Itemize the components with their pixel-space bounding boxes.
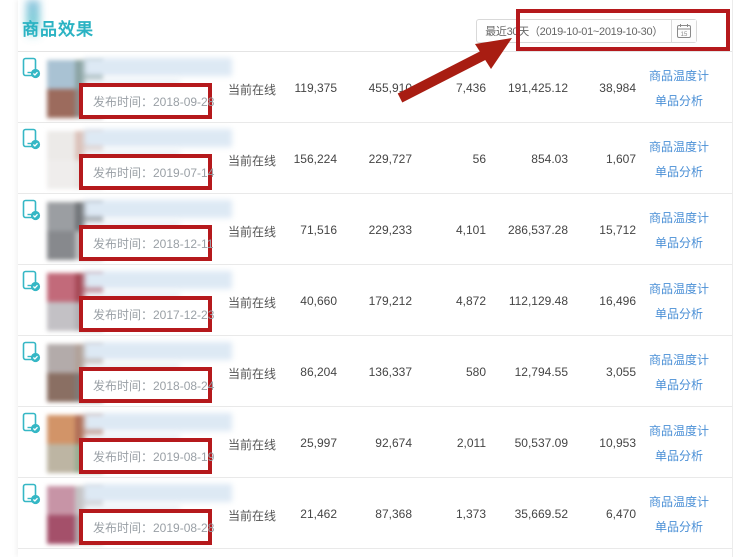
table-row: 发布时间：2019-08-28 当前在线 21,462 87,368 1,373… [18, 478, 732, 549]
metric-value: 229,233 [330, 223, 412, 237]
link-single-item-analysis[interactable]: 单品分析 [642, 447, 716, 464]
row-actions: 商品温度计 单品分析 [642, 265, 716, 336]
metric-value: 1,607 [552, 152, 636, 166]
link-product-thermometer[interactable]: 商品温度计 [642, 351, 716, 368]
metric-value: 16,496 [552, 294, 636, 308]
product-title-redacted [84, 342, 232, 360]
metric-value: 119,375 [255, 81, 337, 95]
metric-value: 4,101 [404, 223, 486, 237]
metric-value: 40,660 [255, 294, 337, 308]
annotation-box-publish-date: 发布时间：2017-12-23 [79, 296, 212, 332]
row-actions: 商品温度计 单品分析 [642, 52, 716, 123]
metric-value: 71,516 [255, 223, 337, 237]
metric-value: 25,997 [255, 436, 337, 450]
publish-date: 发布时间：2018-09-28 [93, 93, 214, 110]
product-title-redacted [84, 413, 232, 431]
header: 商品效果 最近30天（2019-10-01~2019-10-30） 15 [18, 0, 732, 52]
product-title-redacted [84, 200, 232, 218]
row-actions: 商品温度计 单品分析 [642, 123, 716, 194]
metric-value: 580 [404, 365, 486, 379]
annotation-box-publish-date: 发布时间：2019-07-14 [79, 154, 212, 190]
metric-value: 92,674 [330, 436, 412, 450]
metric-value: 10,953 [552, 436, 636, 450]
product-table: 发布时间：2018-09-28 当前在线 119,375 455,910 7,4… [18, 52, 732, 549]
mobile-verified-icon [22, 483, 41, 511]
metric-value: 21,462 [255, 507, 337, 521]
link-product-thermometer[interactable]: 商品温度计 [642, 493, 716, 510]
metric-value: 7,436 [404, 81, 486, 95]
mobile-verified-icon [22, 128, 41, 156]
metric-value: 179,212 [330, 294, 412, 308]
publish-date: 发布时间：2019-08-28 [93, 519, 214, 536]
svg-text:15: 15 [681, 32, 688, 38]
link-single-item-analysis[interactable]: 单品分析 [642, 92, 716, 109]
link-product-thermometer[interactable]: 商品温度计 [642, 280, 716, 297]
metric-value: 1,373 [404, 507, 486, 521]
publish-date: 发布时间：2019-07-14 [93, 164, 214, 181]
product-title-redacted [84, 129, 232, 147]
publish-date: 发布时间：2018-08-24 [93, 377, 214, 394]
annotation-box-publish-date: 发布时间：2019-08-28 [79, 509, 212, 545]
page: 商品效果 最近30天（2019-10-01~2019-10-30） 15 [0, 0, 733, 557]
metric-value: 2,011 [404, 436, 486, 450]
link-product-thermometer[interactable]: 商品温度计 [642, 67, 716, 84]
metric-value: 3,055 [552, 365, 636, 379]
table-row: 发布时间：2019-08-19 当前在线 25,997 92,674 2,011… [18, 407, 732, 478]
link-single-item-analysis[interactable]: 单品分析 [642, 305, 716, 322]
table-row: 发布时间：2018-08-24 当前在线 86,204 136,337 580 … [18, 336, 732, 407]
metric-value: 56 [404, 152, 486, 166]
date-range-label: 最近30天（2019-10-01~2019-10-30） [477, 20, 671, 42]
metric-value: 6,470 [552, 507, 636, 521]
product-title-redacted [84, 271, 232, 289]
row-actions: 商品温度计 单品分析 [642, 194, 716, 265]
row-actions: 商品温度计 单品分析 [642, 478, 716, 549]
link-single-item-analysis[interactable]: 单品分析 [642, 518, 716, 535]
metric-value: 229,727 [330, 152, 412, 166]
link-product-thermometer[interactable]: 商品温度计 [642, 138, 716, 155]
mobile-verified-icon [22, 199, 41, 227]
metric-value: 136,337 [330, 365, 412, 379]
product-title-redacted [84, 484, 232, 502]
table-row: 发布时间：2018-12-11 当前在线 71,516 229,233 4,10… [18, 194, 732, 265]
link-single-item-analysis[interactable]: 单品分析 [642, 234, 716, 251]
content-panel: 商品效果 最近30天（2019-10-01~2019-10-30） 15 [18, 0, 733, 557]
annotation-box-publish-date: 发布时间：2019-08-19 [79, 438, 212, 474]
row-actions: 商品温度计 单品分析 [642, 336, 716, 407]
metric-value: 87,368 [330, 507, 412, 521]
row-actions: 商品温度计 单品分析 [642, 407, 716, 478]
publish-date: 发布时间：2017-12-23 [93, 306, 214, 323]
page-title: 商品效果 [22, 15, 94, 40]
metric-value: 156,224 [255, 152, 337, 166]
table-row: 发布时间：2018-09-28 当前在线 119,375 455,910 7,4… [18, 52, 732, 123]
date-range-picker[interactable]: 最近30天（2019-10-01~2019-10-30） 15 [476, 19, 697, 43]
table-row: 发布时间：2019-07-14 当前在线 156,224 229,727 56 … [18, 123, 732, 194]
table-row: 发布时间：2017-12-23 当前在线 40,660 179,212 4,87… [18, 265, 732, 336]
link-single-item-analysis[interactable]: 单品分析 [642, 376, 716, 393]
publish-date: 发布时间：2019-08-19 [93, 448, 214, 465]
publish-date: 发布时间：2018-12-11 [93, 235, 214, 252]
calendar-icon[interactable]: 15 [671, 20, 696, 42]
metric-value: 86,204 [255, 365, 337, 379]
link-product-thermometer[interactable]: 商品温度计 [642, 209, 716, 226]
mobile-verified-icon [22, 270, 41, 298]
link-single-item-analysis[interactable]: 单品分析 [642, 163, 716, 180]
metric-value: 38,984 [552, 81, 636, 95]
annotation-box-publish-date: 发布时间：2018-08-24 [79, 367, 212, 403]
mobile-verified-icon [22, 57, 41, 85]
mobile-verified-icon [22, 341, 41, 369]
annotation-box-publish-date: 发布时间：2018-09-28 [79, 83, 212, 119]
annotation-box-publish-date: 发布时间：2018-12-11 [79, 225, 212, 261]
link-product-thermometer[interactable]: 商品温度计 [642, 422, 716, 439]
metric-value: 15,712 [552, 223, 636, 237]
metric-value: 4,872 [404, 294, 486, 308]
product-title-redacted [84, 58, 232, 76]
mobile-verified-icon [22, 412, 41, 440]
metric-value: 455,910 [330, 81, 412, 95]
